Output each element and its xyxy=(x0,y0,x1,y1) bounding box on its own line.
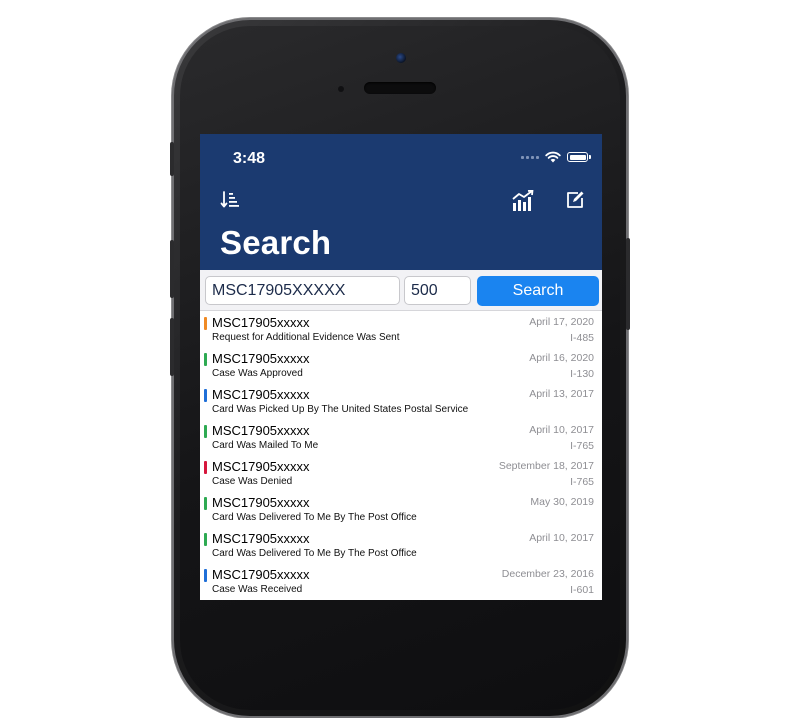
status-color-indicator xyxy=(204,317,207,330)
chart-icon[interactable] xyxy=(512,190,536,212)
case-receipt-number: MSC17905xxxxx xyxy=(212,351,310,366)
case-status-text: Card Was Picked Up By The United States … xyxy=(212,404,469,415)
case-row[interactable]: MSC17905xxxxx Card Was Delivered To Me By… xyxy=(200,491,602,527)
case-row[interactable]: MSC17905xxxxx Card Was Mailed To Me April … xyxy=(200,419,602,455)
case-row[interactable]: MSC17905xxxxx Request for Additional Evid… xyxy=(200,311,602,347)
front-camera xyxy=(396,53,406,63)
case-receipt-number: MSC17905xxxxx xyxy=(212,459,310,474)
case-row[interactable]: MSC17905xxxxx Case Was Approved April 16, … xyxy=(200,347,602,383)
case-status-text: Case Was Received xyxy=(212,584,303,595)
case-row[interactable]: MSC17905xxxxx Case Was Denied September 18… xyxy=(200,455,602,491)
page-title: Search xyxy=(220,224,332,261)
case-receipt-number: MSC17905xxxxx xyxy=(212,531,310,546)
status-color-indicator xyxy=(204,461,207,474)
case-receipt-number: MSC17905xxxxx xyxy=(212,423,310,438)
case-form-type: I-601 xyxy=(570,584,594,596)
case-status-text: Card Was Delivered To Me By The Post Off… xyxy=(212,512,417,523)
proximity-sensor xyxy=(338,86,344,92)
case-status-text: Card Was Delivered To Me By The Post Off… xyxy=(212,548,417,559)
case-receipt-number: MSC17905xxxxx xyxy=(212,315,310,330)
app-screen: 3:48 Search MSC17905XXXXX 500 Search MSC… xyxy=(200,134,602,600)
cellular-signal-icon xyxy=(521,155,539,159)
case-date: April 13, 2017 xyxy=(529,388,594,400)
navigation-bar: 3:48 Search xyxy=(200,134,602,270)
case-date: September 18, 2017 xyxy=(498,460,594,472)
case-row[interactable]: MSC17905xxxxx Case Was Received December 2… xyxy=(200,563,602,599)
case-status-text: Request for Additional Evidence Was Sent xyxy=(212,332,400,343)
status-color-indicator xyxy=(204,353,207,366)
phone-volume-down-button xyxy=(170,318,174,376)
phone-power-button xyxy=(626,238,630,330)
range-count-input[interactable] xyxy=(404,276,471,305)
phone-silent-switch xyxy=(170,142,174,176)
case-date: April 16, 2020 xyxy=(529,352,594,364)
status-color-indicator xyxy=(204,497,207,510)
status-color-indicator xyxy=(204,569,207,582)
case-date: December 23, 2016 xyxy=(501,568,594,580)
case-list: MSC17905xxxxx Request for Additional Evid… xyxy=(200,311,602,599)
case-status-text: Card Was Mailed To Me xyxy=(212,440,319,451)
case-form-type: I-485 xyxy=(570,332,594,344)
wifi-icon xyxy=(545,151,561,163)
status-time: 3:48 xyxy=(233,150,266,167)
case-row[interactable]: MSC17905xxxxx Card Was Delivered To Me By… xyxy=(200,527,602,563)
case-form-type: I-765 xyxy=(570,440,594,452)
case-form-type: I-130 xyxy=(570,368,594,380)
case-form-type: I-765 xyxy=(570,476,594,488)
search-bar: Search xyxy=(200,270,602,311)
sort-icon[interactable] xyxy=(220,190,240,210)
case-date: April 17, 2020 xyxy=(529,316,594,328)
case-status-text: Case Was Denied xyxy=(212,476,293,487)
case-date: May 30, 2019 xyxy=(530,496,594,508)
phone-volume-up-button xyxy=(170,240,174,298)
case-row[interactable]: MSC17905xxxxx Card Was Picked Up By The U… xyxy=(200,383,602,419)
status-color-indicator xyxy=(204,425,207,438)
case-receipt-number: MSC17905xxxxx xyxy=(212,495,310,510)
case-status-text: Case Was Approved xyxy=(212,368,303,379)
receipt-number-input[interactable] xyxy=(205,276,400,305)
earpiece-speaker xyxy=(364,82,436,94)
status-indicators xyxy=(521,151,591,163)
status-color-indicator xyxy=(204,389,207,402)
search-button[interactable]: Search xyxy=(477,276,599,306)
case-receipt-number: MSC17905xxxxx xyxy=(212,387,310,402)
case-date: April 10, 2017 xyxy=(529,532,594,544)
battery-icon xyxy=(567,152,591,162)
case-date: April 10, 2017 xyxy=(529,424,594,436)
case-receipt-number: MSC17905xxxxx xyxy=(212,567,310,582)
compose-icon[interactable] xyxy=(565,190,585,210)
status-color-indicator xyxy=(204,533,207,546)
